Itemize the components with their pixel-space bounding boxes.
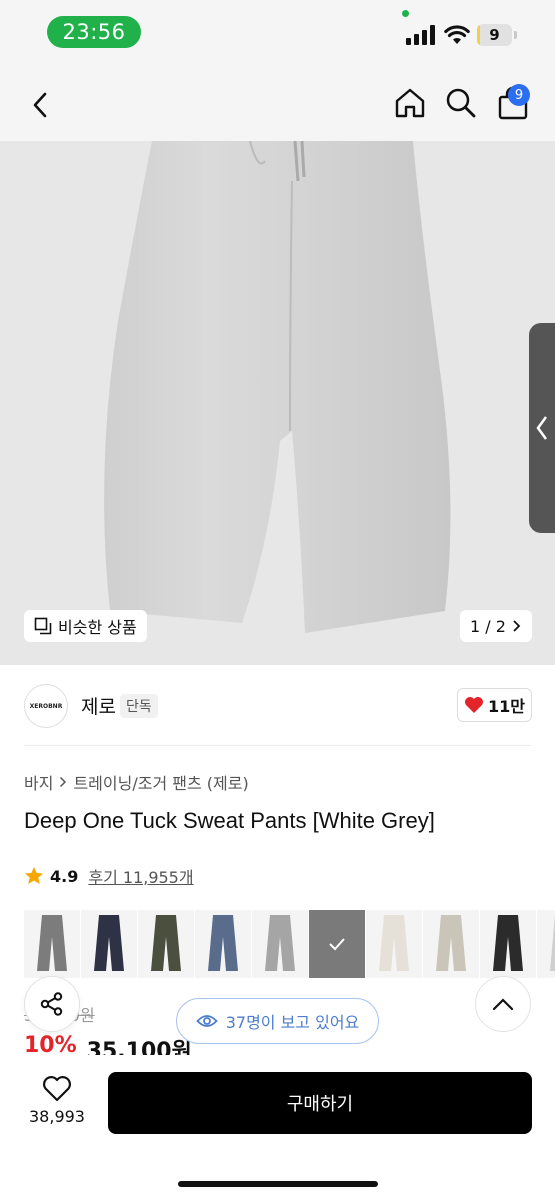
pants-thumbnail bbox=[550, 915, 555, 971]
heart-filled-icon bbox=[465, 697, 483, 713]
pants-thumbnail bbox=[151, 915, 181, 971]
share-button[interactable] bbox=[24, 976, 80, 1032]
brand-logo-text: XEROBNR bbox=[29, 702, 63, 710]
exclusive-badge: 단독 bbox=[120, 694, 158, 718]
image-pager[interactable]: 1 / 2 bbox=[460, 610, 532, 642]
eye-icon bbox=[195, 1015, 218, 1027]
color-swatch[interactable] bbox=[309, 910, 365, 978]
pants-thumbnail bbox=[208, 915, 238, 971]
divider bbox=[24, 745, 531, 746]
similar-products-label: 비슷한 상품 bbox=[58, 618, 137, 637]
cart-count-badge: 9 bbox=[508, 84, 530, 106]
brand-like-count: 11만 bbox=[488, 697, 525, 716]
star-icon bbox=[25, 867, 43, 884]
color-swatch[interactable] bbox=[252, 910, 308, 978]
color-swatch[interactable] bbox=[81, 910, 137, 978]
review-count-link[interactable]: 후기 11,955개 bbox=[88, 864, 193, 888]
color-swatch[interactable] bbox=[366, 910, 422, 978]
color-swatch[interactable] bbox=[195, 910, 251, 978]
wifi-icon bbox=[444, 25, 470, 44]
chevron-left-icon bbox=[536, 416, 548, 440]
home-icon[interactable] bbox=[393, 86, 427, 120]
status-bar: 23:56 9 bbox=[0, 0, 555, 66]
wishlist-count: 38,993 bbox=[29, 1107, 85, 1126]
search-icon[interactable] bbox=[445, 86, 477, 120]
color-swatch-list bbox=[24, 910, 555, 980]
color-swatch[interactable] bbox=[480, 910, 536, 978]
color-swatch[interactable] bbox=[138, 910, 194, 978]
pants-thumbnail bbox=[379, 915, 409, 971]
color-swatch[interactable] bbox=[423, 910, 479, 978]
product-detail-screen: 23:56 9 9 비슷한 상품 1 / 2 XEROBNR 제로 단독 11만… bbox=[0, 0, 555, 1200]
pants-thumbnail bbox=[493, 915, 523, 971]
top-nav bbox=[0, 66, 555, 141]
buy-button[interactable]: 구매하기 bbox=[108, 1072, 532, 1134]
privacy-indicator bbox=[402, 10, 409, 17]
back-button[interactable] bbox=[26, 88, 56, 122]
cellular-signal-icon bbox=[406, 25, 435, 45]
rating-summary[interactable]: 4.9 후기 11,955개 bbox=[24, 864, 194, 888]
color-swatch[interactable] bbox=[24, 910, 80, 978]
pants-thumbnail bbox=[37, 915, 67, 971]
battery-icon: 9 bbox=[477, 24, 517, 46]
pants-thumbnail bbox=[265, 915, 295, 971]
brand-logo[interactable]: XEROBNR bbox=[24, 684, 68, 728]
brand-name[interactable]: 제로 bbox=[81, 692, 116, 719]
battery-level: 9 bbox=[489, 26, 500, 44]
live-viewers-text: 37명이 보고 있어요 bbox=[225, 1013, 360, 1032]
share-icon bbox=[40, 992, 63, 1016]
product-title: Deep One Tuck Sweat Pants [White Grey] bbox=[24, 808, 435, 833]
breadcrumb-item[interactable]: 트레이닝/조거 팬츠 (제로) bbox=[73, 770, 248, 794]
chevron-right-icon bbox=[60, 776, 67, 788]
wishlist-button[interactable]: 38,993 bbox=[22, 1075, 92, 1135]
side-panel-handle[interactable] bbox=[529, 323, 555, 533]
copy-icon bbox=[34, 617, 52, 635]
breadcrumb-item[interactable]: 바지 bbox=[24, 770, 53, 794]
brand-like-button[interactable]: 11만 bbox=[457, 688, 532, 722]
checkmark-icon bbox=[329, 938, 345, 951]
similar-products-button[interactable]: 비슷한 상품 bbox=[24, 610, 147, 642]
breadcrumb: 바지 트레이닝/조거 팬츠 (제로) bbox=[24, 770, 249, 794]
product-photo bbox=[0, 141, 555, 665]
image-pager-label: 1 / 2 bbox=[470, 616, 506, 636]
product-image-carousel[interactable] bbox=[0, 141, 555, 665]
chevron-right-icon bbox=[513, 620, 521, 632]
home-indicator bbox=[178, 1181, 378, 1187]
color-swatch[interactable] bbox=[537, 910, 555, 978]
chevron-up-icon bbox=[492, 998, 514, 1011]
rating-score: 4.9 bbox=[50, 866, 79, 886]
live-viewers-pill: 37명이 보고 있어요 bbox=[176, 998, 379, 1044]
scroll-to-top-button[interactable] bbox=[475, 976, 531, 1032]
status-time: 23:56 bbox=[47, 16, 141, 48]
heart-outline-icon bbox=[43, 1076, 71, 1102]
pants-thumbnail bbox=[94, 915, 124, 971]
pants-thumbnail bbox=[436, 915, 466, 971]
